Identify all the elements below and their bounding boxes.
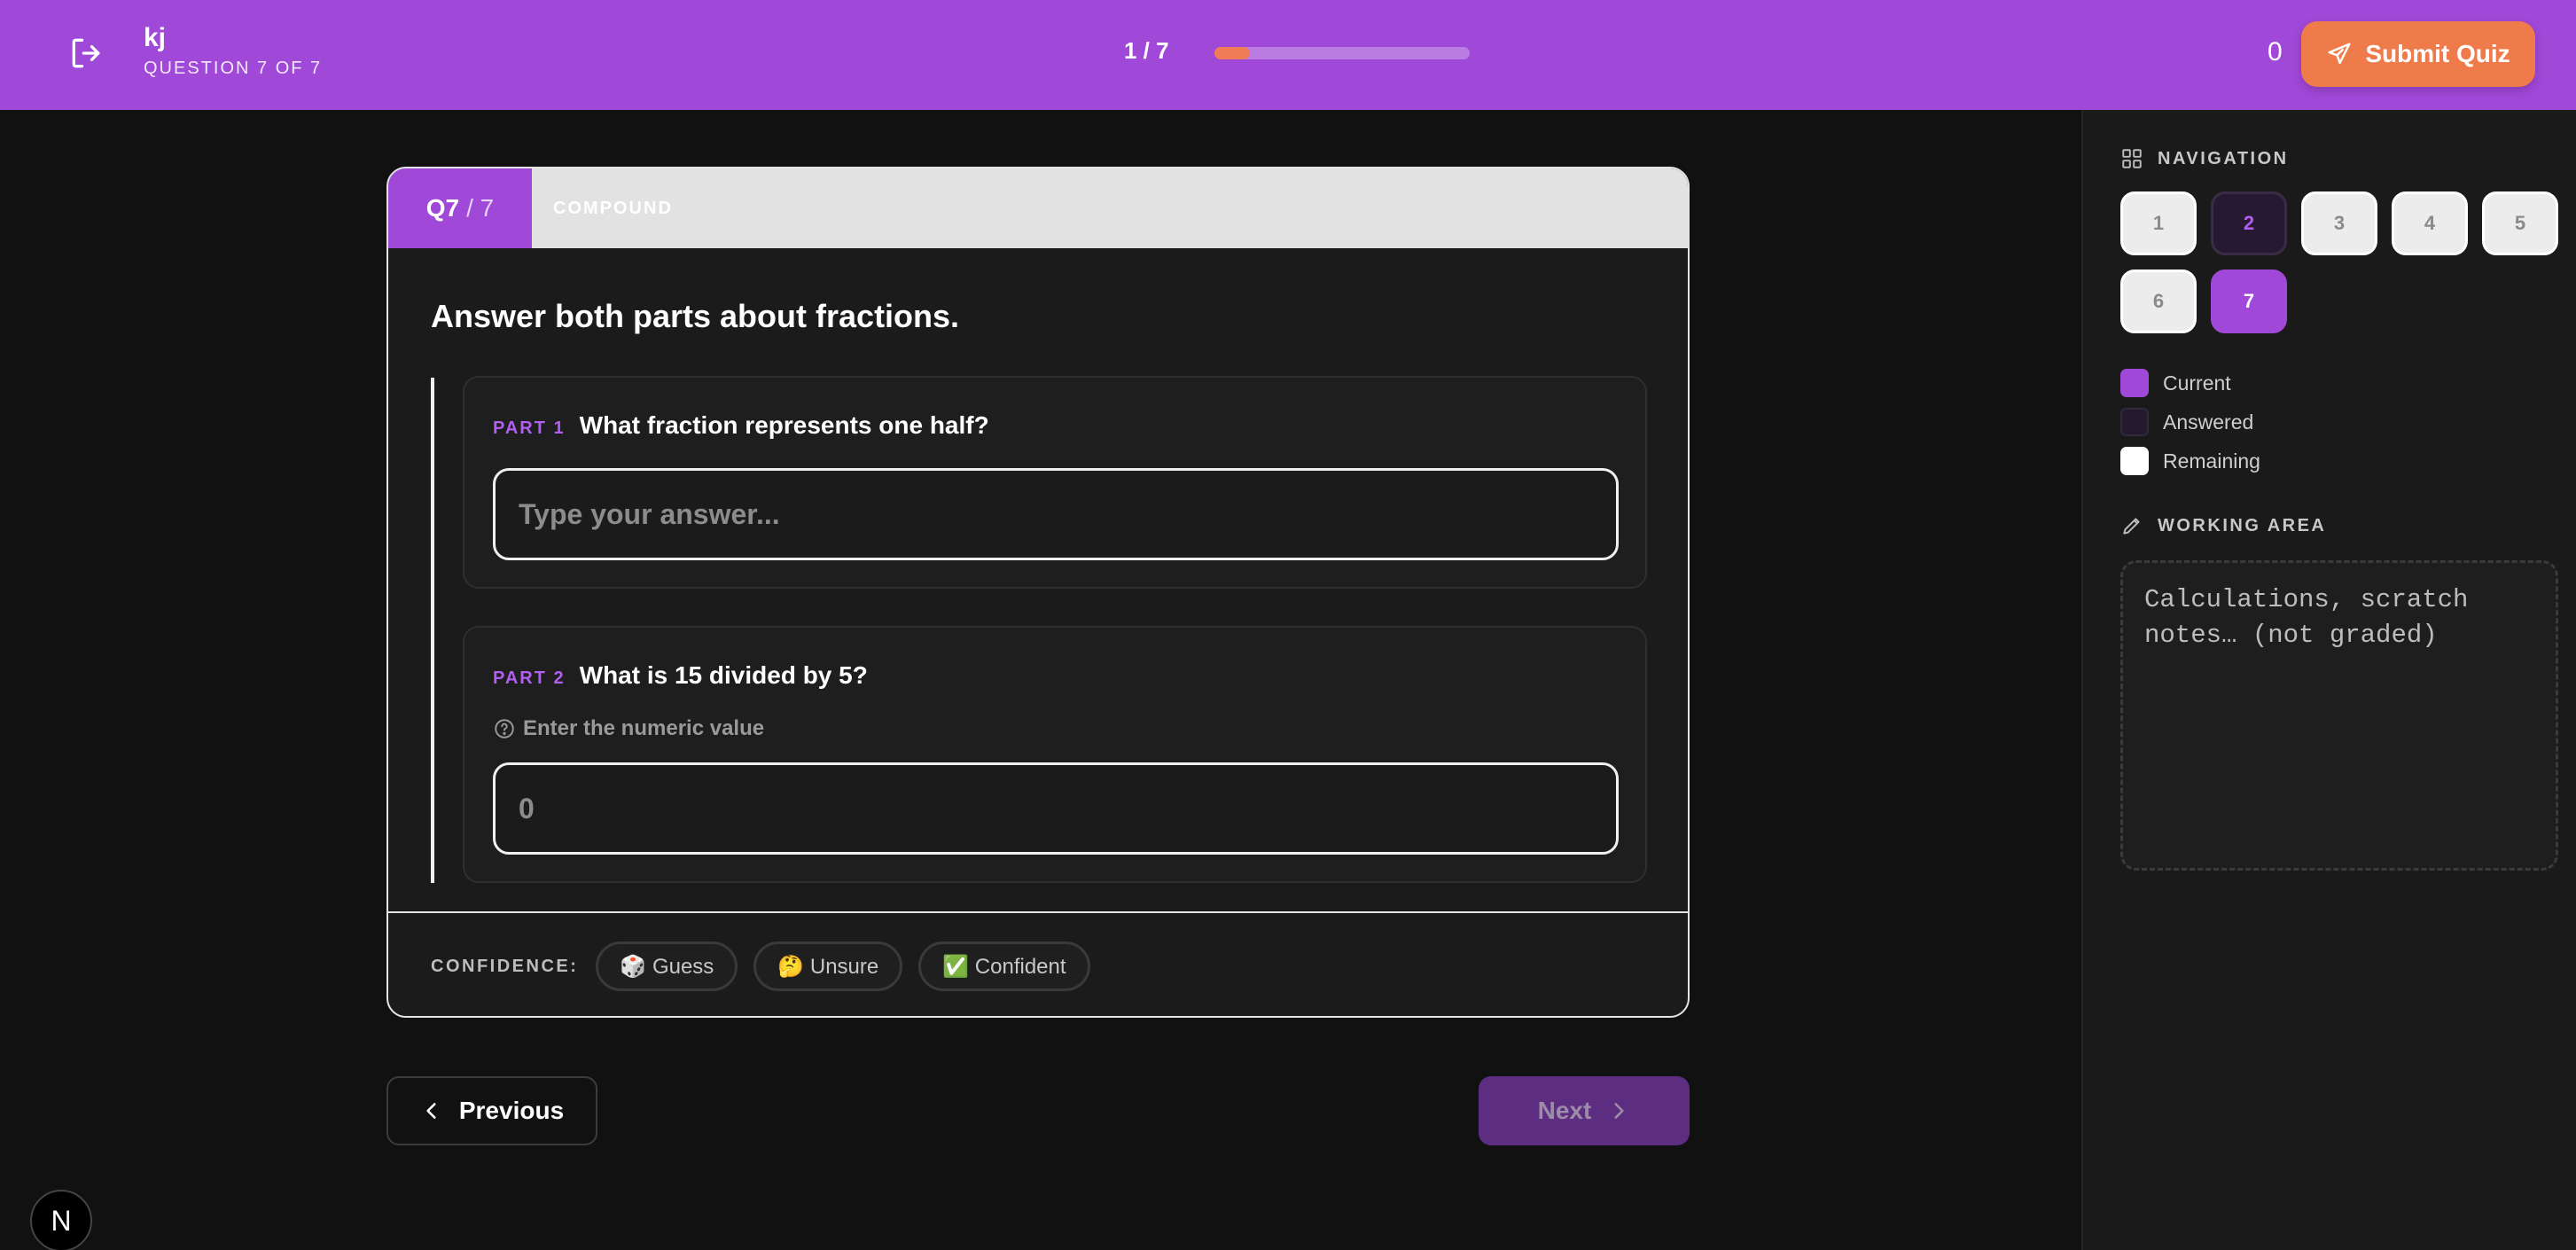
legend-answered: Answered xyxy=(2120,402,2260,441)
navigation-heading: NAVIGATION xyxy=(2120,147,2289,170)
exit-quiz-button[interactable] xyxy=(66,32,108,74)
sidebar: NAVIGATION 1 2 3 4 5 6 7 Current Answere… xyxy=(2081,110,2576,1250)
part-1-answer-input[interactable] xyxy=(493,468,1619,560)
part-2-heading: PART 2 What is 15 divided by 5? xyxy=(493,661,868,690)
legend-remaining: Remaining xyxy=(2120,441,2260,480)
quiz-title: kj xyxy=(144,23,167,52)
question-type: COMPOUND xyxy=(553,199,673,218)
navigator-legend: Current Answered Remaining xyxy=(2120,363,2260,480)
nav-question-5[interactable]: 5 xyxy=(2482,191,2558,255)
part-1-tag: PART 1 xyxy=(493,418,566,438)
help-circle-icon xyxy=(495,719,514,738)
legend-remaining-label: Remaining xyxy=(2163,449,2260,473)
navigation-title: NAVIGATION xyxy=(2158,148,2289,168)
next-button[interactable]: Next xyxy=(1479,1076,1690,1145)
part-2-hint: Enter the numeric value xyxy=(493,716,764,741)
working-area-textarea[interactable] xyxy=(2120,560,2558,871)
chevron-right-icon xyxy=(1614,1103,1624,1119)
previous-button[interactable]: Previous xyxy=(386,1076,597,1145)
question-part-1: PART 1 What fraction represents one half… xyxy=(463,376,1647,589)
nav-question-3[interactable]: 3 xyxy=(2301,191,2377,255)
legend-answered-label: Answered xyxy=(2163,410,2254,434)
working-area-heading: WORKING AREA xyxy=(2120,514,2326,537)
part-2-answer-input[interactable] xyxy=(493,762,1619,855)
logout-icon xyxy=(72,38,100,68)
question-card: Q7 / 7 COMPOUND Answer both parts about … xyxy=(386,167,1690,1018)
pencil-icon xyxy=(2123,518,2140,535)
chevron-left-icon xyxy=(426,1103,436,1119)
submit-quiz-label: Submit Quiz xyxy=(2365,40,2510,67)
nav-question-7[interactable]: 7 xyxy=(2211,270,2287,333)
confidence-selector: CONFIDENCE: 🎲 Guess 🤔 Unsure ✅ Confident xyxy=(431,941,1090,991)
legend-current-label: Current xyxy=(2163,371,2231,395)
progress-label: 1 / 7 xyxy=(1124,37,1169,64)
quiz-title-block: kj QUESTION 7 OF 7 xyxy=(144,23,322,79)
parts-divider-line xyxy=(431,378,434,883)
next-label: Next xyxy=(1537,1097,1592,1124)
nav-question-4[interactable]: 4 xyxy=(2392,191,2468,255)
question-number: Q7 xyxy=(425,194,460,222)
nav-question-1[interactable]: 1 xyxy=(2120,191,2197,255)
card-divider xyxy=(388,911,1688,913)
submit-quiz-button[interactable]: Submit Quiz xyxy=(2301,21,2535,87)
nav-question-2[interactable]: 2 xyxy=(2211,191,2287,255)
dev-tools-badge[interactable]: N xyxy=(30,1190,92,1250)
question-card-header: Q7 / 7 COMPOUND xyxy=(388,168,1688,248)
confidence-label: CONFIDENCE: xyxy=(431,956,579,976)
question-total: / 7 xyxy=(466,194,495,222)
question-prompt: Answer both parts about fractions. xyxy=(431,298,960,334)
part-1-question: What fraction represents one half? xyxy=(579,411,989,439)
grid-icon xyxy=(2122,149,2142,168)
part-2-question: What is 15 divided by 5? xyxy=(579,661,868,689)
confidence-unsure-button[interactable]: 🤔 Unsure xyxy=(753,941,903,991)
quiz-app: kj QUESTION 7 OF 7 1 / 7 0 Submit Quiz Q… xyxy=(0,0,2576,1250)
score-count: 0 xyxy=(2268,37,2283,66)
progress-bar xyxy=(1214,47,1470,59)
confidence-guess-button[interactable]: 🎲 Guess xyxy=(596,941,738,991)
working-area-title: WORKING AREA xyxy=(2158,515,2327,535)
progress-fill xyxy=(1214,47,1251,59)
part-2-hint-text: Enter the numeric value xyxy=(523,716,765,740)
quiz-header: kj QUESTION 7 OF 7 1 / 7 0 Submit Quiz xyxy=(0,0,2576,110)
previous-label: Previous xyxy=(458,1097,565,1124)
remaining-swatch xyxy=(2120,447,2149,475)
question-status: QUESTION 7 OF 7 xyxy=(144,59,323,78)
confidence-confident-button[interactable]: ✅ Confident xyxy=(918,941,1090,991)
question-part-2: PART 2 What is 15 divided by 5? Enter th… xyxy=(463,626,1647,883)
part-1-heading: PART 1 What fraction represents one half… xyxy=(493,411,989,440)
part-2-tag: PART 2 xyxy=(493,668,566,688)
answered-swatch xyxy=(2120,408,2149,436)
legend-current: Current xyxy=(2120,363,2260,402)
nav-question-6[interactable]: 6 xyxy=(2120,270,2197,333)
question-number-badge: Q7 / 7 xyxy=(388,168,532,248)
current-swatch xyxy=(2120,369,2149,397)
send-icon xyxy=(2328,43,2351,65)
